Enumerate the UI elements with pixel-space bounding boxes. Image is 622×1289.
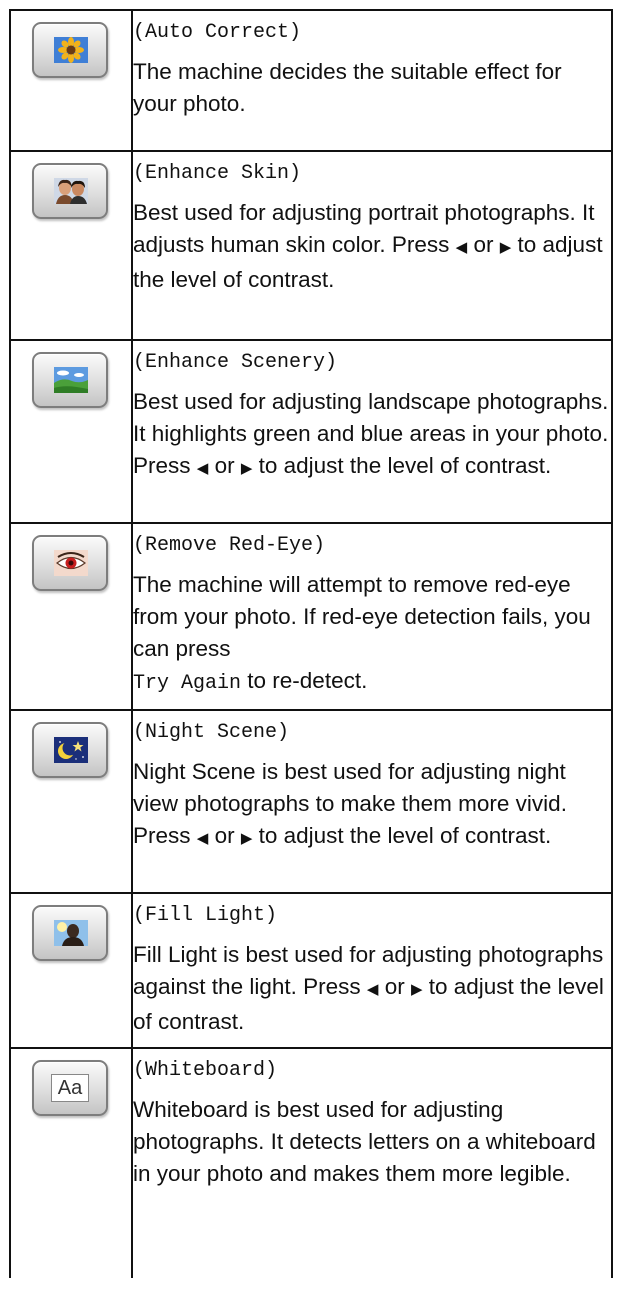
- left-arrow-icon: ◀: [196, 830, 209, 847]
- mode-name: (Remove Red-Eye): [133, 534, 326, 557]
- mode-description: The machine will attempt to remove red-e…: [133, 572, 591, 695]
- right-arrow-icon: ▶: [499, 239, 512, 256]
- try-again-key: Try Again: [133, 672, 242, 695]
- icon-cell: Aa: [9, 1047, 133, 1278]
- text-cell: (Auto Correct) The machine decides the s…: [131, 9, 613, 152]
- whiteboard-aa-icon: Aa: [51, 1074, 89, 1102]
- enhance-scenery-button[interactable]: [32, 352, 108, 408]
- night-scene-moon-icon: [54, 737, 88, 763]
- text-cell: (Night Scene) Night Scene is best used f…: [131, 709, 613, 894]
- left-arrow-icon: ◀: [455, 239, 468, 256]
- left-arrow-icon: ◀: [196, 460, 209, 477]
- mode-description: Night Scene is best used for adjusting n…: [133, 759, 567, 848]
- effect-row-fill-light: (Fill Light) Fill Light is best used for…: [9, 892, 613, 1049]
- mode-description: Best used for adjusting landscape photog…: [133, 389, 609, 478]
- night-scene-button[interactable]: [32, 722, 108, 778]
- mode-name: (Auto Correct): [133, 21, 302, 44]
- effect-row-remove-red-eye: (Remove Red-Eye) The machine will attemp…: [9, 522, 613, 711]
- effect-row-whiteboard: Aa (Whiteboard) Whiteboard is best used …: [9, 1047, 613, 1278]
- mode-description: Whiteboard is best used for adjusting ph…: [133, 1097, 596, 1186]
- effect-row-auto-correct: (Auto Correct) The machine decides the s…: [9, 9, 613, 152]
- effect-row-night-scene: (Night Scene) Night Scene is best used f…: [9, 709, 613, 894]
- right-arrow-icon: ▶: [240, 460, 253, 477]
- mode-name: (Night Scene): [133, 721, 290, 744]
- auto-correct-sunflower-icon: [54, 37, 88, 63]
- mode-description: The machine decides the suitable effect …: [133, 59, 562, 116]
- icon-cell: [9, 522, 133, 711]
- mode-name: (Enhance Skin): [133, 162, 302, 185]
- mode-name: (Fill Light): [133, 904, 278, 927]
- mode-name: (Enhance Scenery): [133, 351, 338, 374]
- text-cell: (Enhance Scenery) Best used for adjustin…: [131, 339, 613, 524]
- icon-cell: [9, 339, 133, 524]
- icon-cell: [9, 150, 133, 341]
- enhance-skin-portrait-icon: [54, 178, 88, 204]
- whiteboard-button[interactable]: Aa: [32, 1060, 108, 1116]
- enhance-skin-button[interactable]: [32, 163, 108, 219]
- auto-correct-button[interactable]: [32, 22, 108, 78]
- right-arrow-icon: ▶: [240, 830, 253, 847]
- photo-effects-table: (Auto Correct) The machine decides the s…: [9, 9, 613, 1278]
- text-cell: (Fill Light) Fill Light is best used for…: [131, 892, 613, 1049]
- text-cell: (Whiteboard) Whiteboard is best used for…: [131, 1047, 613, 1278]
- effect-row-enhance-skin: (Enhance Skin) Best used for adjusting p…: [9, 150, 613, 341]
- text-cell: (Remove Red-Eye) The machine will attemp…: [131, 522, 613, 711]
- enhance-scenery-landscape-icon: [54, 367, 88, 393]
- icon-cell: [9, 709, 133, 894]
- fill-light-button[interactable]: [32, 905, 108, 961]
- right-arrow-icon: ▶: [410, 981, 423, 998]
- left-arrow-icon: ◀: [366, 981, 379, 998]
- remove-red-eye-icon: [54, 550, 88, 576]
- icon-cell: [9, 9, 133, 152]
- remove-red-eye-button[interactable]: [32, 535, 108, 591]
- effect-row-enhance-scenery: (Enhance Scenery) Best used for adjustin…: [9, 339, 613, 524]
- mode-description: Fill Light is best used for adjusting ph…: [133, 942, 604, 1034]
- text-cell: (Enhance Skin) Best used for adjusting p…: [131, 150, 613, 341]
- mode-name: (Whiteboard): [133, 1059, 278, 1082]
- mode-description: Best used for adjusting portrait photogr…: [133, 200, 603, 292]
- fill-light-backlit-icon: [54, 920, 88, 946]
- icon-cell: [9, 892, 133, 1049]
